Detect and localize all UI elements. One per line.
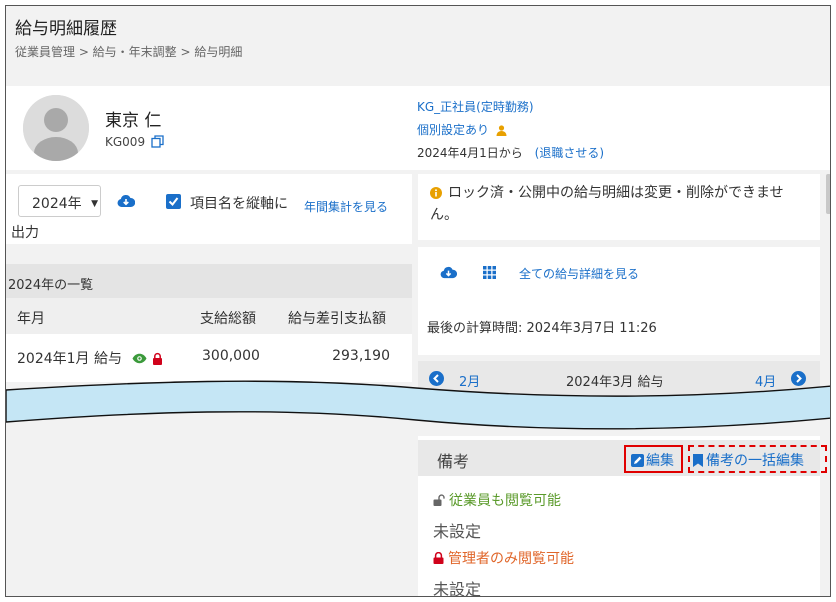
edit-icon (631, 454, 644, 471)
cloud-download-icon[interactable] (440, 264, 458, 283)
copy-icon[interactable] (151, 135, 164, 151)
vertical-axis-label-2: 出力 (11, 225, 39, 241)
notes-title: 備考 (437, 452, 470, 471)
lock-icon (433, 551, 444, 568)
contract-link[interactable]: KG_正社員(定時勤務) (417, 98, 534, 115)
row-net: 293,190 (332, 348, 390, 364)
list-section-header: 2024年の一覧 (6, 264, 412, 298)
employee-visible-heading: 従業員も閲覧可能 (433, 490, 561, 510)
person-icon (496, 125, 507, 139)
notes-panel: 備考 編集 備考の一括編集 従業員も閲覧可能 未設定 管理者のみ閲覧可能 未設定 (418, 436, 827, 597)
column-header-month: 年月 (17, 311, 45, 327)
bookmark-icon (693, 454, 703, 471)
cloud-download-icon[interactable] (117, 193, 136, 212)
list-title: 2024年の一覧 (8, 278, 94, 293)
bulk-edit-label: 備考の一括編集 (706, 453, 804, 469)
edit-button[interactable]: 編集 (624, 445, 683, 473)
employee-code-wrap: KG009 (105, 135, 164, 151)
employee-visible-label: 従業員も閲覧可能 (449, 493, 561, 509)
table-row[interactable]: 2024年1月 給与 300,000 293,190 (6, 334, 412, 382)
table-header: 年月 支給総額 給与差引支払額 (6, 298, 412, 334)
year-select[interactable]: 2024年 ▼ (18, 185, 101, 217)
last-calc-time: 最後の計算時間: 2024年3月7日 11:26 (418, 297, 820, 355)
bulk-edit-button[interactable]: 備考の一括編集 (688, 445, 827, 473)
page-header: 給与明細履歴 従業員管理 > 給与・年末調整 > 給与明細 (6, 6, 830, 86)
retire-link[interactable]: (退職させる) (535, 146, 604, 160)
unlock-icon (433, 494, 445, 510)
employee-profile: 東京 仁 KG009 KG_正社員(定時勤務) 個別設定あり 2024年4月1日… (6, 86, 830, 170)
row-month: 2024年1月 給与 (17, 351, 122, 367)
breadcrumb: 従業員管理 > 給与・年末調整 > 給与明細 (15, 45, 243, 59)
admin-only-heading: 管理者のみ閲覧可能 (433, 548, 574, 568)
employment-since: 2024年4月1日から (退職させる) (417, 144, 604, 161)
list-controls: 2024年 ▼ 項目名を縦軸に 年間集計を見る 出力 (6, 174, 412, 244)
since-date: 2024年4月1日から (417, 146, 523, 160)
detail-links: 全ての給与詳細を見る (418, 247, 820, 297)
app-window: 給与明細履歴 従業員管理 > 給与・年末調整 > 給与明細 東京 仁 KG009… (5, 5, 831, 597)
avatar (23, 95, 89, 161)
notes-header: 備考 編集 備考の一括編集 (418, 440, 827, 476)
lock-notice-text: ロック済・公開中の給与明細は変更・削除ができません。 (430, 185, 784, 223)
caret-down-icon: ▼ (91, 199, 99, 209)
vertical-axis-label: 項目名を縦軸に (190, 196, 288, 212)
column-header-net: 給与差引支払額 (288, 311, 386, 327)
admin-only-value: 未設定 (433, 580, 482, 597)
employee-name: 東京 仁 (105, 111, 162, 131)
lock-icon (153, 352, 163, 365)
lock-notice: ロック済・公開中の給与明細は変更・削除ができません。 (418, 174, 820, 240)
edit-label: 編集 (646, 453, 674, 469)
admin-only-label: 管理者のみ閲覧可能 (448, 551, 574, 567)
all-details-link[interactable]: 全ての給与詳細を見る (519, 265, 639, 282)
column-header-gross: 支給総額 (200, 311, 256, 327)
scrollbar[interactable] (826, 174, 830, 214)
row-month-cell: 2024年1月 給与 (17, 348, 164, 369)
individual-setting-label: 個別設定あり (417, 123, 490, 137)
person-silhouette-icon (23, 95, 89, 161)
info-icon (430, 185, 442, 205)
eye-icon (132, 353, 147, 364)
row-status-icons (132, 352, 164, 369)
omission-break-band (6, 380, 830, 430)
individual-setting-link[interactable]: 個別設定あり (417, 121, 507, 139)
page-title: 給与明細履歴 (15, 19, 117, 39)
year-select-value: 2024年 (32, 196, 82, 212)
grid-icon[interactable] (483, 264, 496, 283)
annual-summary-link[interactable]: 年間集計を見る (304, 198, 388, 215)
employee-visible-value: 未設定 (433, 522, 482, 541)
employee-code: KG009 (105, 135, 146, 149)
row-gross: 300,000 (202, 348, 260, 364)
vertical-axis-checkbox[interactable] (166, 194, 181, 209)
